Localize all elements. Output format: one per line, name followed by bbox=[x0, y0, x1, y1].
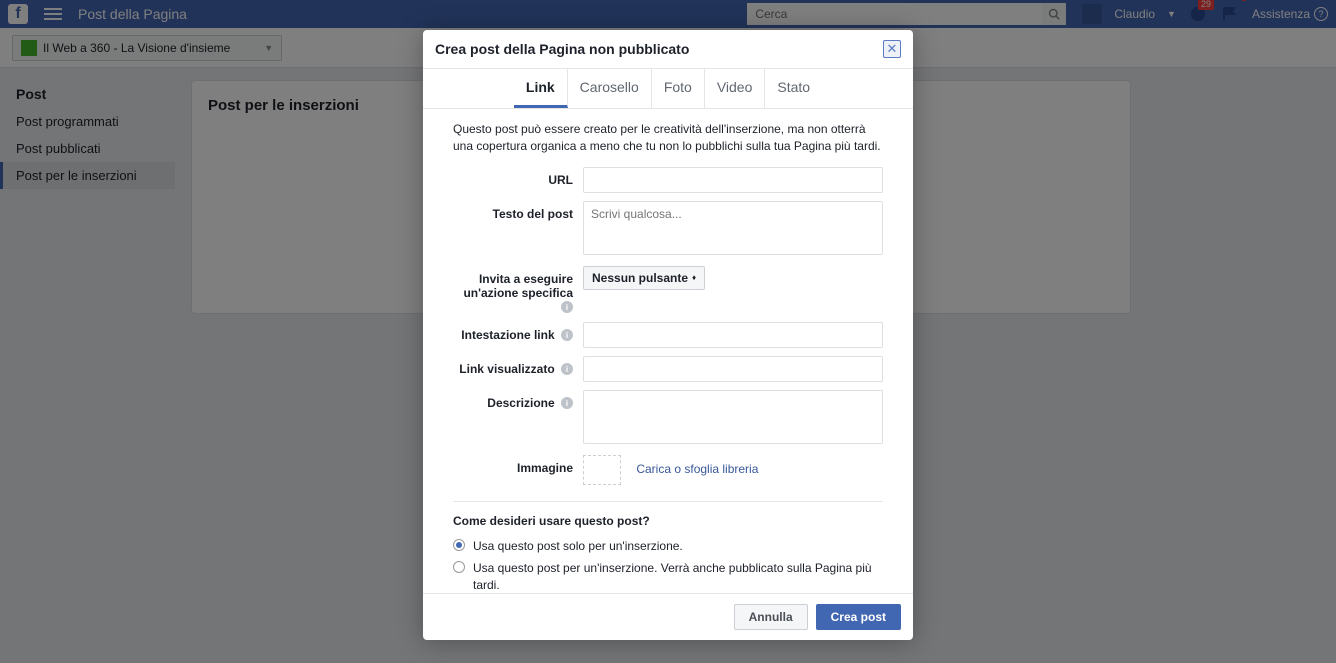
modal-tabs: Link Carosello Foto Video Stato bbox=[423, 69, 913, 109]
tab-status[interactable]: Stato bbox=[765, 69, 822, 108]
image-upload-box[interactable] bbox=[583, 455, 621, 485]
tab-video[interactable]: Video bbox=[705, 69, 766, 108]
info-icon: i bbox=[561, 301, 573, 313]
info-icon: i bbox=[561, 363, 573, 375]
modal-close-button[interactable]: ✕ bbox=[883, 40, 901, 58]
post-text-label: Testo del post bbox=[453, 201, 583, 258]
sort-icon: ♦ bbox=[692, 273, 696, 282]
radio-option-ad-and-publish[interactable]: Usa questo post per un'inserzione. Verrà… bbox=[453, 560, 883, 593]
radio-option-ad-only[interactable]: Usa questo post solo per un'inserzione. bbox=[453, 538, 883, 555]
upload-browse-link[interactable]: Carica o sfoglia libreria bbox=[636, 462, 758, 476]
display-link-input[interactable] bbox=[583, 356, 883, 382]
radio-icon bbox=[453, 539, 465, 551]
usage-question: Come desideri usare questo post? bbox=[453, 514, 883, 528]
tab-carousel[interactable]: Carosello bbox=[568, 69, 652, 108]
close-icon: ✕ bbox=[887, 41, 898, 57]
display-link-label: Link visualizzato i bbox=[453, 356, 583, 382]
cta-label: Invita a eseguire un'azione specifica i bbox=[453, 266, 583, 314]
divider bbox=[453, 501, 883, 502]
modal-title: Crea post della Pagina non pubblicato bbox=[435, 41, 689, 57]
cancel-button[interactable]: Annulla bbox=[734, 604, 808, 630]
info-icon: i bbox=[561, 329, 573, 341]
tab-photo[interactable]: Foto bbox=[652, 69, 705, 108]
description-label: Descrizione i bbox=[453, 390, 583, 447]
radio-icon bbox=[453, 561, 465, 573]
tab-link[interactable]: Link bbox=[514, 69, 568, 108]
image-label: Immagine bbox=[453, 455, 583, 485]
description-input[interactable] bbox=[583, 390, 883, 444]
modal-description: Questo post può essere creato per le cre… bbox=[453, 121, 883, 155]
create-post-button[interactable]: Crea post bbox=[816, 604, 901, 630]
modal-overlay: Crea post della Pagina non pubblicato ✕ … bbox=[0, 0, 1336, 663]
post-text-input[interactable] bbox=[583, 201, 883, 255]
url-label: URL bbox=[453, 167, 583, 193]
url-input[interactable] bbox=[583, 167, 883, 193]
headline-input[interactable] bbox=[583, 322, 883, 348]
cta-dropdown[interactable]: Nessun pulsante ♦ bbox=[583, 266, 705, 290]
create-post-modal: Crea post della Pagina non pubblicato ✕ … bbox=[423, 30, 913, 640]
info-icon: i bbox=[561, 397, 573, 409]
headline-label: Intestazione link i bbox=[453, 322, 583, 348]
